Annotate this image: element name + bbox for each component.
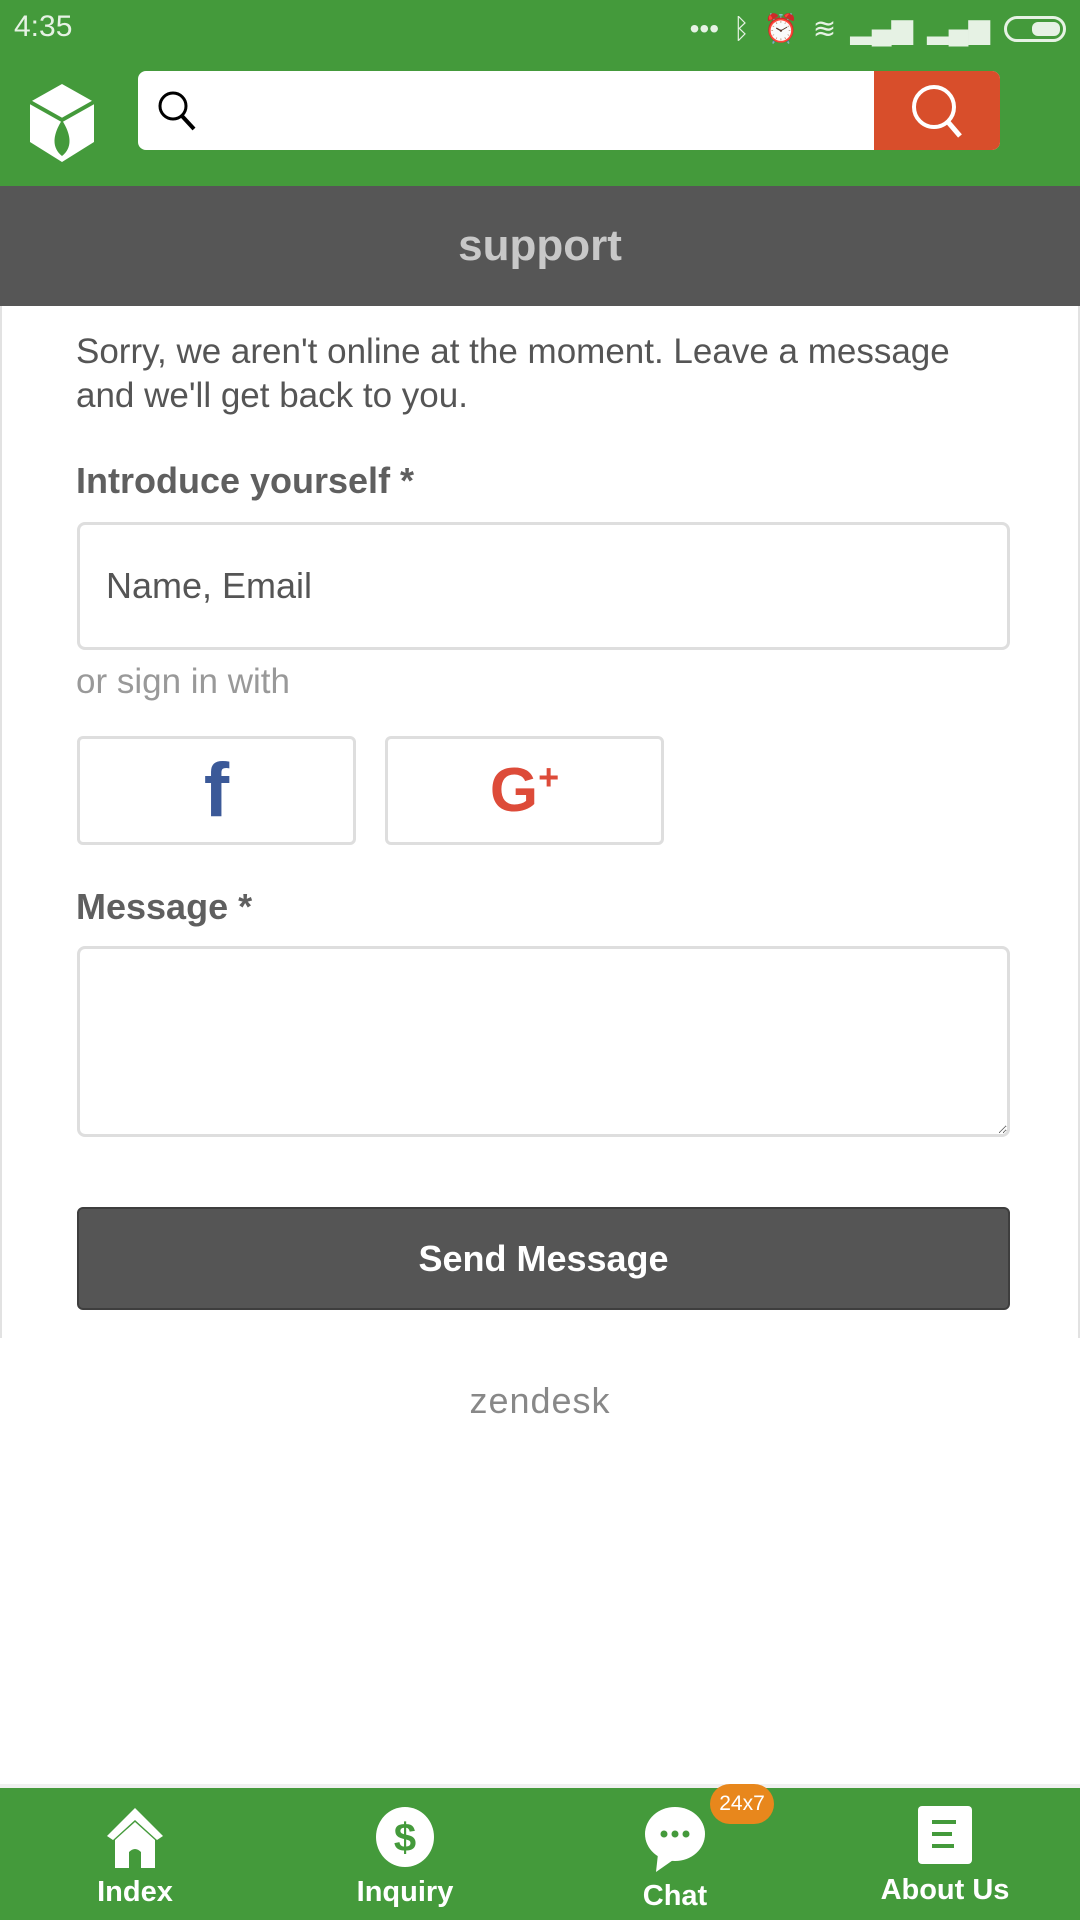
signal-icon: ▂▄▆ [927,13,990,44]
battery-icon [1004,15,1066,42]
google-plus-icon: G+ [489,756,560,825]
nav-item-about-us[interactable]: About Us [810,1788,1080,1920]
nav-label: Inquiry [356,1876,454,1908]
nav-label: Index [97,1876,173,1908]
search-icon [158,91,196,131]
home-icon [107,1808,163,1868]
page-title: support [458,221,622,270]
introduce-label: Introduce yourself * [76,460,415,501]
page-title-bar: support [0,186,1080,306]
nav-item-index[interactable]: Index [0,1788,270,1920]
svg-text:$: $ [394,1816,416,1860]
app-logo-icon[interactable] [30,84,94,164]
status-time: 4:35 [14,10,73,43]
sign-in-text: or sign in with [76,662,290,701]
dollar-icon: $ [376,1807,434,1867]
google-plus-sign-in-button[interactable]: G+ [385,736,664,845]
app-header: 4:35 ••• ᛒ ⏰ ≋ ▂▄▆ ▂▄▆ [0,0,1080,186]
offline-message: Sorry, we aren't online at the moment. L… [76,332,950,415]
chat-badge: 24x7 [710,1784,774,1824]
search-input[interactable] [208,71,908,150]
more-dots-icon: ••• [689,12,720,44]
search-bar[interactable] [138,71,1000,150]
bluetooth-icon: ᛒ [733,12,750,44]
message-label: Message * [76,886,253,927]
chat-icon [645,1807,705,1872]
send-message-button[interactable]: Send Message [77,1207,1010,1310]
alarm-icon: ⏰ [763,13,799,44]
signal-icon: ▂▄▆ [850,13,914,44]
name-email-input[interactable] [77,522,1010,650]
search-button[interactable] [874,71,1000,150]
support-form: Sorry, we aren't online at the moment. L… [0,306,1080,1338]
nav-item-inquiry[interactable]: $ Inquiry [270,1788,540,1920]
facebook-icon: f [203,748,230,833]
message-textarea[interactable] [77,946,1010,1137]
bottom-nav: Index $ Inquiry Chat About Us [0,1784,1080,1920]
nav-label: Chat [642,1880,708,1912]
facebook-sign-in-button[interactable]: f [77,736,356,845]
document-icon [918,1806,972,1864]
nav-label: About Us [880,1874,1010,1906]
zendesk-logo: zendesk [469,1380,611,1421]
search-icon [912,84,962,138]
wifi-icon: ≋ [812,13,837,44]
status-icons: ••• ᛒ ⏰ ≋ ▂▄▆ ▂▄▆ [690,12,1066,45]
